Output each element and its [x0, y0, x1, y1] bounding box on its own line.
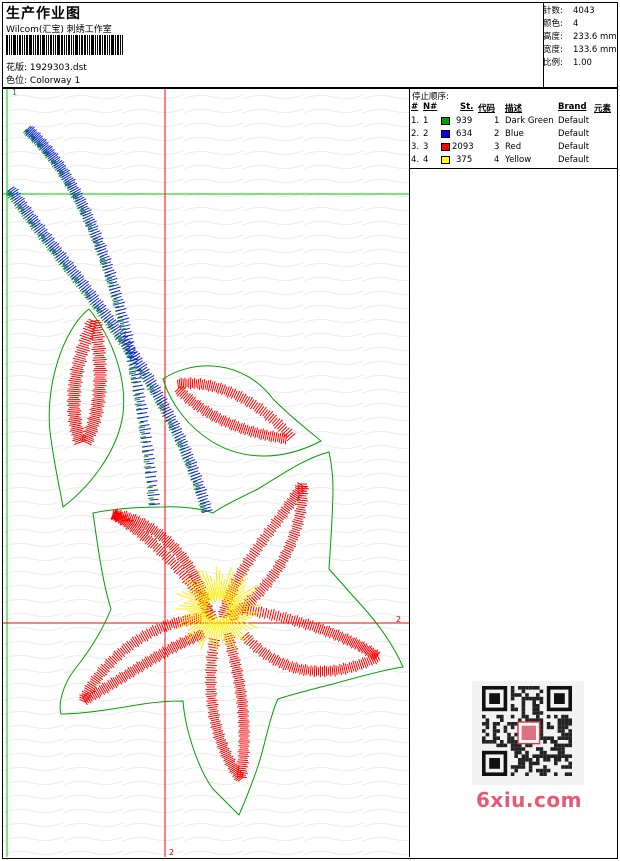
col-header-stitches: St.: [460, 102, 474, 112]
colorway-label: 色位:: [6, 76, 28, 86]
row-stitches: 2093: [452, 142, 474, 152]
barcode: [6, 35, 138, 55]
embroidery-design: [3, 89, 409, 857]
row-description: Dark Green: [505, 116, 554, 126]
stop-sequence-divider: [409, 89, 410, 857]
stat-label: 高度:: [543, 32, 563, 42]
fabric-texture: [3, 89, 409, 857]
design-value: 1929303.dst: [29, 63, 87, 73]
row-description: Blue: [505, 129, 524, 139]
row-brand: Default: [558, 116, 590, 126]
row-index: 1.: [411, 116, 420, 126]
green-axis-label: 1: [12, 88, 18, 97]
colorway-line: 色位: Colorway 1: [6, 73, 80, 86]
stop-sequence-title: 停止顺序:: [412, 92, 449, 102]
row-n: 1: [423, 116, 429, 126]
stat-stitches: 针数: 4043: [543, 4, 595, 16]
design-label: 花版:: [6, 63, 28, 73]
row-description: Yellow: [505, 155, 532, 165]
col-header-code: 代码: [478, 104, 496, 114]
watermark-logo: 6xiu.com: [476, 788, 582, 812]
sheet-title: 生产作业图: [6, 6, 81, 22]
stat-value: 4043: [573, 6, 595, 16]
stat-value: 4: [573, 19, 579, 29]
row-stitches: 634: [456, 129, 473, 139]
stat-value: 233.6 mm: [573, 32, 617, 42]
stat-value: 1.00: [573, 58, 592, 68]
colorway-value: Colorway 1: [29, 76, 81, 86]
row-index: 4.: [411, 155, 420, 165]
row-code: 4: [494, 155, 500, 165]
color-swatch: [441, 143, 450, 151]
col-header-element: 元素: [594, 104, 612, 114]
color-swatch: [441, 130, 450, 138]
stat-label: 颜色:: [543, 19, 563, 29]
col-header-brand: Brand: [558, 102, 587, 112]
row-index: 2.: [411, 129, 420, 139]
row-n: 3: [423, 142, 429, 152]
stat-colors: 颜色: 4: [543, 17, 578, 29]
row-stitches: 939: [456, 116, 473, 126]
color-swatch: [441, 156, 450, 164]
row-stitches: 375: [456, 155, 473, 165]
company-name: Wilcom(汇宝) 刺绣工作室: [6, 25, 112, 35]
stat-value: 133.6 mm: [573, 45, 617, 55]
row-description: Red: [505, 142, 522, 152]
stat-scale: 比例: 1.00: [543, 56, 592, 68]
col-header-index: #: [411, 102, 419, 112]
design-file-line: 花版: 1929303.dst: [6, 60, 87, 73]
stat-width: 宽度: 133.6 mm: [543, 43, 617, 55]
row-code: 3: [494, 142, 500, 152]
qr-code: [472, 681, 584, 785]
row-n: 4: [423, 155, 429, 165]
stat-label: 宽度:: [543, 45, 563, 55]
row-brand: Default: [558, 142, 590, 152]
col-header-description: 描述: [505, 104, 523, 114]
stat-label: 比例:: [543, 58, 563, 68]
row-code: 2: [494, 129, 500, 139]
row-code: 1: [494, 116, 500, 126]
red-axis-label-v: 2: [169, 848, 175, 857]
stat-label: 针数:: [543, 6, 563, 16]
row-brand: Default: [558, 155, 590, 165]
red-axis-label-h: 2: [396, 615, 402, 624]
stop-table-bottom-rule: [410, 168, 617, 169]
row-index: 3.: [411, 142, 420, 152]
stat-height: 高度: 233.6 mm: [543, 30, 617, 42]
col-header-n: N#: [423, 102, 438, 112]
color-swatch: [441, 117, 450, 125]
row-n: 2: [423, 129, 429, 139]
row-brand: Default: [558, 129, 590, 139]
